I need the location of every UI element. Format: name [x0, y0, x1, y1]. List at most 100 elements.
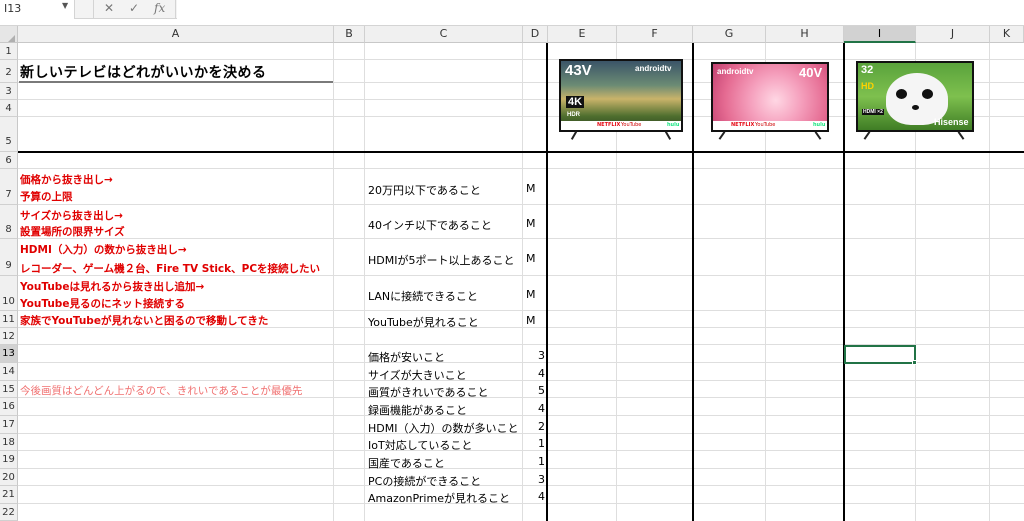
reason-text[interactable]: YouTubeは見れるから抜き出し追加→ — [20, 279, 204, 294]
tv-stand — [957, 131, 965, 140]
want-weight[interactable]: 2 — [523, 420, 545, 433]
row-header[interactable]: 22 — [0, 504, 18, 521]
tv-brand-label: androidtv — [717, 67, 754, 76]
row-header[interactable]: 5 — [0, 117, 18, 152]
tv-stand — [570, 131, 578, 140]
selected-cell[interactable] — [844, 345, 916, 364]
enter-icon[interactable]: ✓ — [129, 1, 139, 15]
tv-app-bar: NETFLIX YouTube hulu — [561, 121, 681, 130]
reason-text[interactable]: 設置場所の限界サイズ — [20, 224, 125, 239]
netflix-label: NETFLIX — [597, 122, 621, 128]
column-header-h[interactable]: H — [766, 26, 844, 43]
row-header[interactable]: 21 — [0, 486, 18, 504]
panda-eye — [922, 89, 933, 99]
row-header[interactable]: 18 — [0, 434, 18, 451]
column-header-c[interactable]: C — [365, 26, 523, 43]
tv-image-3[interactable]: 32 HD HDMI ×2 Hisense — [856, 61, 974, 141]
must-flag[interactable]: M — [526, 314, 536, 327]
must-flag[interactable]: M — [526, 288, 536, 301]
gridline — [18, 433, 1024, 434]
row-header[interactable]: 16 — [0, 398, 18, 416]
reason-text[interactable]: HDMI（入力）の数から抜き出し→ — [20, 242, 187, 257]
row-header[interactable]: 6 — [0, 152, 18, 169]
want-criterion[interactable]: PCの接続ができること — [368, 473, 481, 489]
want-weight[interactable]: 4 — [523, 367, 545, 380]
want-criterion[interactable]: HDMI（入力）の数が多いこと — [368, 420, 518, 436]
want-criterion[interactable]: 国産であること — [368, 455, 445, 471]
column-header-i[interactable]: I — [844, 26, 916, 43]
want-criterion[interactable]: 価格が安いこと — [368, 349, 445, 365]
tv-image-2[interactable]: androidtv 40V NETFLIX YouTube hulu — [711, 62, 829, 140]
must-requirement[interactable]: YouTubeが見れること — [368, 314, 479, 330]
row-header[interactable]: 1 — [0, 43, 18, 60]
column-header-g[interactable]: G — [693, 26, 766, 43]
want-criterion[interactable]: IoT対応していること — [368, 437, 472, 453]
row-header[interactable]: 19 — [0, 451, 18, 469]
row-header[interactable]: 20 — [0, 469, 18, 486]
want-weight[interactable]: 4 — [523, 402, 545, 415]
must-flag[interactable]: M — [526, 182, 536, 195]
reason-text[interactable]: サイズから抜き出し→ — [20, 208, 123, 223]
tv-4k-badge: 4K — [566, 96, 585, 108]
cancel-icon[interactable]: ✕ — [104, 1, 114, 15]
row-header[interactable]: 4 — [0, 100, 18, 117]
row-header[interactable]: 11 — [0, 311, 18, 328]
want-criterion[interactable]: 録画機能があること — [368, 402, 467, 418]
want-criterion[interactable]: 画質がきれいであること — [368, 384, 489, 400]
want-weight[interactable]: 1 — [523, 437, 545, 450]
must-flag[interactable]: M — [526, 252, 536, 265]
want-weight[interactable]: 3 — [523, 349, 545, 362]
row-header[interactable]: 13 — [0, 345, 18, 363]
row-header[interactable]: 15 — [0, 381, 18, 398]
sheet-title[interactable]: 新しいテレビはどれがいいかを決める — [20, 62, 267, 82]
reason-text[interactable]: 予算の上限 — [20, 189, 73, 204]
must-flag[interactable]: M — [526, 217, 536, 230]
must-requirement[interactable]: LANに接続できること — [368, 288, 478, 304]
row-header[interactable]: 12 — [0, 328, 18, 345]
reason-text[interactable]: YouTube見るのにネット接続する — [20, 296, 185, 311]
want-weight[interactable]: 1 — [523, 455, 545, 468]
column-header-k[interactable]: K — [990, 26, 1024, 43]
gridline — [18, 238, 1024, 239]
row-header[interactable]: 2 — [0, 60, 18, 83]
must-requirement[interactable]: 20万円以下であること — [368, 182, 481, 198]
reason-text[interactable]: 家族でYouTubeが見れないと困るので移動してきた — [20, 313, 268, 328]
row-header[interactable]: 3 — [0, 83, 18, 100]
row-header[interactable]: 9 — [0, 239, 18, 276]
insert-function-icon[interactable]: fx — [154, 1, 165, 15]
want-criterion[interactable]: サイズが大きいこと — [368, 367, 467, 383]
column-header-b[interactable]: B — [334, 26, 365, 43]
column-header-f[interactable]: F — [617, 26, 693, 43]
row-header[interactable]: 14 — [0, 363, 18, 381]
youtube-label: YouTube — [621, 122, 642, 128]
row-header[interactable]: 10 — [0, 276, 18, 311]
fill-handle[interactable] — [912, 360, 917, 365]
row-header[interactable]: 7 — [0, 169, 18, 205]
reason-text[interactable]: レコーダー、ゲーム機２台、Fire TV Stick、PCを接続したい — [20, 261, 320, 276]
note-text[interactable]: 今後画質はどんどん上がるので、きれいであることが最優先 — [20, 383, 302, 398]
tv-image-1[interactable]: 43V androidtv 4K HDR NETFLIX YouTube hul… — [559, 59, 683, 140]
formula-input[interactable] — [177, 0, 1024, 19]
column-header-j[interactable]: J — [916, 26, 990, 43]
tv-brand-label: androidtv — [635, 64, 672, 73]
tv-stand — [664, 131, 672, 140]
section-border — [18, 151, 1024, 153]
reason-text[interactable]: 価格から抜き出し→ — [20, 172, 113, 187]
chevron-down-icon[interactable]: ▼ — [62, 1, 68, 10]
column-header-d[interactable]: D — [523, 26, 548, 43]
tv-size-label: 32 — [861, 64, 874, 76]
gridline — [18, 415, 1024, 416]
want-weight[interactable]: 5 — [523, 384, 545, 397]
must-requirement[interactable]: 40インチ以下であること — [368, 217, 492, 233]
must-requirement[interactable]: HDMIが5ポート以上あること — [368, 252, 514, 268]
panda-eye — [896, 89, 907, 99]
row-header[interactable]: 8 — [0, 205, 18, 239]
column-header-e[interactable]: E — [548, 26, 617, 43]
want-weight[interactable]: 3 — [523, 473, 545, 486]
netflix-label: NETFLIX — [731, 122, 755, 128]
want-criterion[interactable]: AmazonPrimeが見れること — [368, 490, 510, 506]
column-header-a[interactable]: A — [18, 26, 334, 43]
want-weight[interactable]: 4 — [523, 490, 545, 503]
tv-stand — [718, 131, 726, 140]
row-header[interactable]: 17 — [0, 416, 18, 434]
